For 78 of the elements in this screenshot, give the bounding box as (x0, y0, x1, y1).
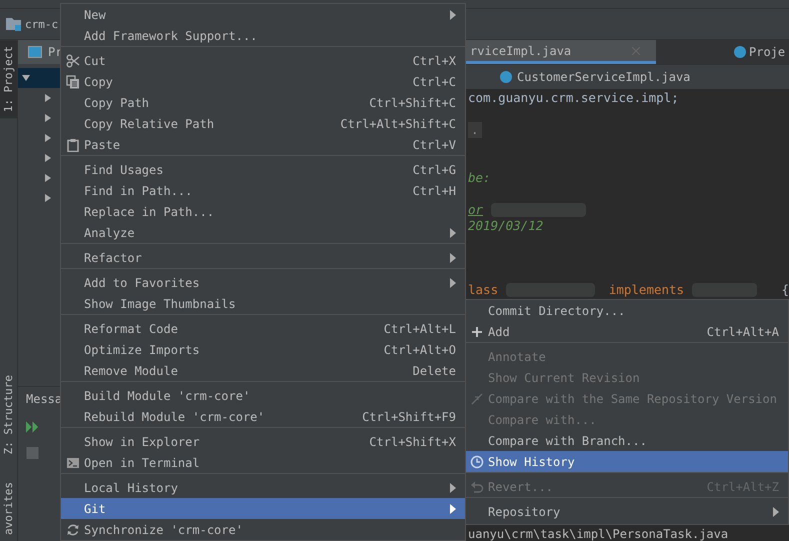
shortcut-text: Ctrl+G (412, 162, 456, 176)
clipboard-icon (66, 138, 80, 152)
menu-item[interactable]: Copy Path Ctrl+Shift+C (61, 92, 465, 113)
shortcut-text: Ctrl+Shift+F9 (362, 410, 456, 424)
menu-item[interactable]: Analyze (61, 222, 465, 243)
menu-item[interactable]: Add Ctrl+Alt+A (466, 321, 788, 342)
menu-item[interactable]: Add to Favorites (61, 272, 465, 293)
menu-item[interactable]: Synchronize 'crm-core' (61, 519, 465, 540)
tool-window-tab[interactable]: 1: Project (0, 40, 17, 118)
breadcrumb[interactable]: CustomerServiceImpl.java (517, 70, 690, 84)
shortcut-text: Ctrl+Alt+Shift+C (340, 116, 456, 130)
editor-tab[interactable]: Proje (656, 40, 789, 64)
menu-item[interactable]: Show History (466, 451, 788, 472)
editor-tab[interactable]: rviceImpl.java (466, 40, 656, 64)
menu-item[interactable]: New (61, 4, 465, 25)
menu-item[interactable]: Cut Ctrl+X (61, 50, 465, 71)
code-text: implements (608, 282, 684, 298)
shortcut-text: Ctrl+Shift+X (369, 434, 456, 448)
menu-item[interactable]: Optimize Imports Ctrl+Alt+O (61, 339, 465, 360)
project-title: crm-c (25, 18, 58, 30)
menu-item[interactable]: Commit Directory... (466, 300, 788, 321)
code-text: com.guanyu.crm.service.impl; (468, 90, 679, 106)
menu-item[interactable]: Show in Explorer Ctrl+Shift+X (61, 431, 465, 452)
menu-item[interactable]: Show Image Thumbnails (61, 293, 465, 314)
menu-item[interactable]: Build Module 'crm-core' (61, 385, 465, 406)
menu-item[interactable]: Copy Relative Path Ctrl+Alt+Shift+C (61, 113, 465, 134)
shortcut-text: Ctrl+Alt+L (384, 322, 456, 336)
shortcut-text: Ctrl+V (412, 138, 456, 152)
undo-arrow-icon (470, 480, 484, 494)
code-text: { (781, 282, 789, 298)
plus-icon (470, 324, 484, 338)
menu-item[interactable]: Copy Ctrl+C (61, 71, 465, 92)
code-text: be: (468, 170, 491, 186)
class-icon (500, 71, 512, 83)
expanded-arrow-icon[interactable] (22, 74, 30, 82)
shortcut-text: Ctrl+Shift+C (369, 96, 456, 110)
collapsed-arrow-icon[interactable] (44, 174, 52, 182)
shortcut-text: Ctrl+Alt+O (384, 342, 456, 356)
copy-icon (66, 74, 80, 88)
code-text: 2019/03/12 (468, 218, 544, 234)
collapsed-arrow-icon[interactable] (44, 194, 52, 202)
menu-item[interactable]: Reformat Code Ctrl+Alt+L (61, 318, 465, 339)
menu-item[interactable]: Remove Module Delete (61, 360, 465, 381)
sync-icon (66, 522, 80, 536)
file-path: uanyu\crm\task\impl\PersonaTask.java (468, 527, 728, 541)
tool-window-tab[interactable]: avorites (0, 476, 17, 541)
code-text: or (468, 202, 484, 218)
collapsed-arrow-icon[interactable] (44, 114, 52, 122)
menu-item[interactable]: Repository (466, 501, 788, 522)
menu-item[interactable]: Rebuild Module 'crm-core' Ctrl+Shift+F9 (61, 406, 465, 427)
collapsed-arrow-icon[interactable] (44, 94, 52, 102)
collapsed-arrow-icon[interactable] (44, 134, 52, 142)
clock-icon (470, 454, 484, 468)
menu-item[interactable]: Find Usages Ctrl+G (61, 159, 465, 180)
shortcut-text: Ctrl+C (412, 74, 456, 88)
menu-item[interactable]: Refactor (61, 247, 465, 268)
collapsed-arrow-icon[interactable] (44, 154, 52, 162)
shortcut-text: Delete (412, 364, 456, 378)
menu-item[interactable]: Compare with Branch... (466, 430, 788, 451)
menu-item[interactable]: Find in Path... Ctrl+H (61, 180, 465, 201)
shortcut-text: Ctrl+X (412, 54, 456, 68)
scissors-icon (66, 54, 80, 68)
shortcut-text: Ctrl+Alt+A (706, 324, 779, 338)
rerun-icon[interactable] (26, 421, 39, 433)
window-icon (28, 46, 42, 58)
menu-item[interactable]: Open in Terminal (61, 452, 465, 473)
menu-item[interactable]: Paste Ctrl+V (61, 134, 465, 155)
menu-item[interactable]: Local History (61, 477, 465, 498)
module-folder-icon (6, 17, 22, 31)
menu-item[interactable]: Add Framework Support... (61, 25, 465, 46)
terminal-icon (66, 456, 80, 470)
menu-item[interactable]: Git (61, 498, 465, 519)
code-text: lass (468, 282, 498, 298)
code-text: . (468, 122, 482, 138)
menu-item[interactable]: Replace in Path... (61, 201, 465, 222)
class-icon (734, 46, 746, 58)
shortcut-text: Ctrl+H (412, 184, 456, 198)
tool-window-tab[interactable]: Z: Structure (0, 368, 17, 460)
